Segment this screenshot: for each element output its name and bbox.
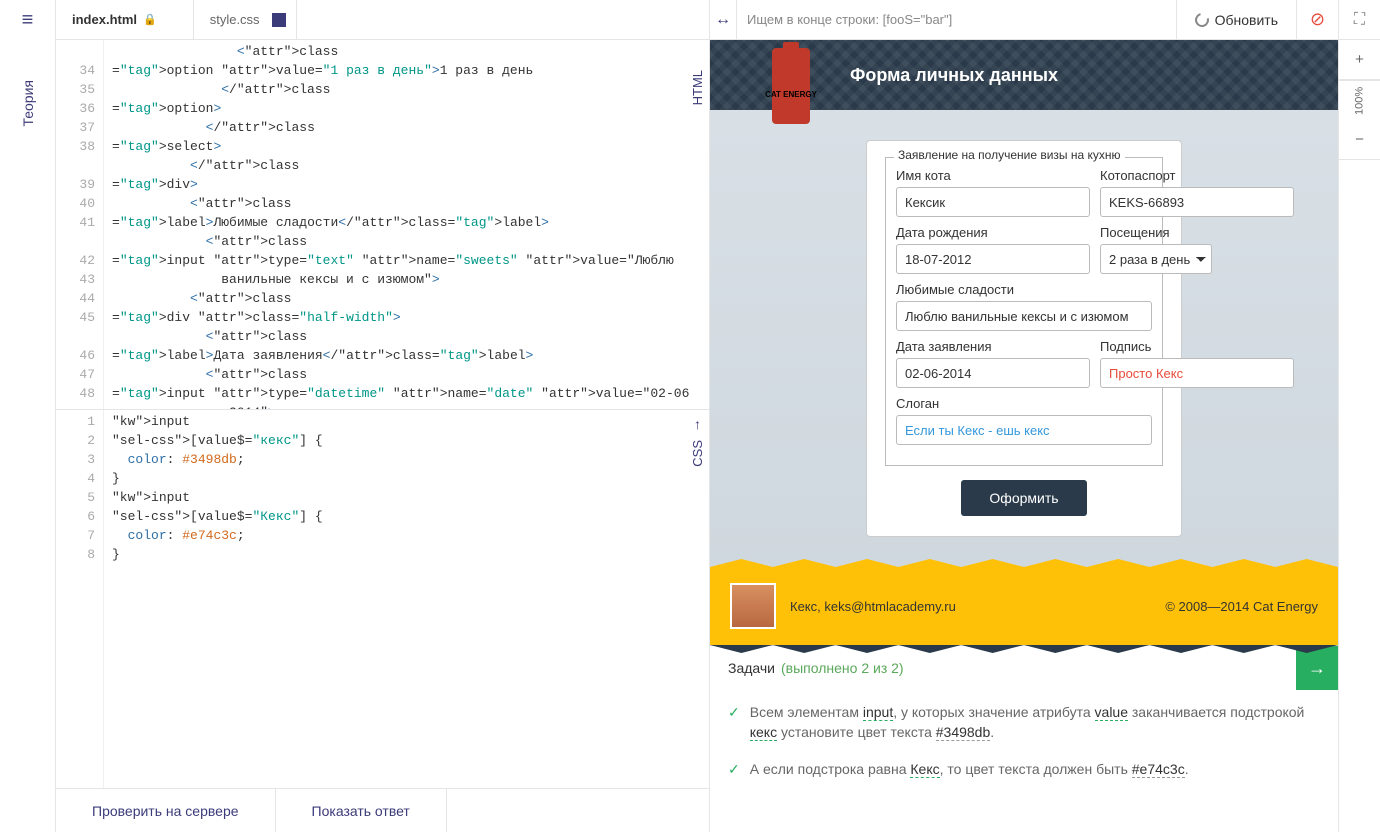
form-card: Заявление на получение визы на кухню Имя… (866, 140, 1182, 537)
zoom-value: 100% (1339, 80, 1380, 120)
cat-main: Заявление на получение визы на кухню Имя… (710, 110, 1338, 567)
cat-name-input[interactable] (896, 187, 1090, 217)
file-tabs: index.html 🔒 style.css (56, 0, 709, 40)
css-code[interactable]: "kw">input"sel-css">[value$="кекс"] { co… (104, 410, 709, 788)
tasks-title: Задачи (728, 660, 775, 676)
line-gutter: 3435363738 394041 42434445 464748 (56, 40, 104, 409)
preview-body-wrap: CAT ENERGY Форма личных данных Заявление… (710, 40, 1380, 832)
check-icon: ✓ (728, 759, 740, 779)
next-button[interactable]: → (1296, 646, 1338, 690)
form-legend: Заявление на получение визы на кухню (894, 148, 1125, 162)
footer-contact: Кекс, keks@htmlacademy.ru (790, 599, 956, 614)
slogan-label: Слоган (896, 396, 1152, 411)
copyright: © 2008—2014 Cat Energy (1165, 599, 1318, 614)
html-code[interactable]: <"attr">class="tag">option "attr">value=… (104, 40, 709, 409)
logo-text: CAT ENERGY (750, 90, 832, 99)
breadcrumb: Ищем в конце строки: [fooS="bar"] (736, 0, 1176, 39)
resize-handle-icon[interactable]: ↔ (710, 11, 736, 29)
sweets-input[interactable] (896, 301, 1152, 331)
cat-name-label: Имя кота (896, 168, 1090, 183)
preview-toolbar: ↔ Ищем в конце строки: [fooS="bar"] Обно… (710, 0, 1380, 40)
left-sidebar: ≡ Теория (0, 0, 56, 832)
html-lang-label: HTML (690, 70, 705, 105)
passport-input[interactable] (1100, 187, 1294, 217)
editor-column: index.html 🔒 style.css 3435363738 394041… (56, 0, 710, 832)
show-answer-button[interactable]: Показать ответ (276, 789, 447, 832)
form-fieldset: Заявление на получение визы на кухню Имя… (885, 157, 1163, 466)
dob-input[interactable] (896, 244, 1090, 274)
task-text: Всем элементам input, у которых значение… (750, 702, 1320, 743)
tasks-header: Задачи (выполнено 2 из 2) (710, 646, 1296, 690)
sign-label: Подпись (1100, 339, 1294, 354)
cat-energy-logo: CAT ENERGY (750, 48, 832, 144)
eye-off-icon[interactable]: ⊘ (1296, 0, 1338, 39)
visits-select[interactable]: 2 раза в день (1100, 244, 1212, 274)
appdate-label: Дата заявления (896, 339, 1090, 354)
appdate-input[interactable] (896, 358, 1090, 388)
css-lang-label: CSS (690, 440, 705, 467)
dob-label: Дата рождения (896, 225, 1090, 240)
line-gutter: 12345678 (56, 410, 104, 788)
editor-footer: Проверить на сервере Показать ответ (56, 788, 709, 832)
task-text: А если подстрока равна Кекс, то цвет тек… (750, 759, 1189, 779)
tasks-progress: (выполнено 2 из 2) (781, 660, 904, 676)
editors: 3435363738 394041 42434445 464748 <"attr… (56, 40, 709, 788)
refresh-button[interactable]: Обновить (1176, 0, 1296, 39)
css-editor-pane: 12345678 "kw">input"sel-css">[value$="ке… (56, 410, 709, 788)
lock-icon: 🔒 (143, 13, 157, 26)
passport-label: Котопаспорт (1100, 168, 1294, 183)
split-icon (272, 13, 286, 27)
preview-column: ↔ Ищем в конце строки: [fooS="bar"] Обно… (710, 0, 1380, 832)
task-item: ✓ А если подстрока равна Кекс, то цвет т… (728, 751, 1320, 787)
tab-style-css[interactable]: style.css (194, 0, 297, 39)
zoom-out-button[interactable]: − (1339, 120, 1380, 160)
tasks-panel: Задачи (выполнено 2 из 2) → ✓ Всем элеме… (710, 645, 1338, 803)
page-title: Форма личных данных (850, 65, 1058, 86)
sweets-label: Любимые сладости (896, 282, 1152, 297)
cat-header: CAT ENERGY Форма личных данных (710, 40, 1338, 110)
preview-side: + 100% − (1338, 40, 1380, 832)
collapse-icon[interactable]: ↑ (694, 416, 701, 432)
hamburger-icon[interactable]: ≡ (0, 0, 55, 40)
tab-label: index.html (72, 12, 137, 27)
tab-index-html[interactable]: index.html 🔒 (56, 0, 194, 39)
sign-input[interactable] (1100, 358, 1294, 388)
zoom-in-button[interactable]: + (1339, 40, 1380, 80)
theory-tab-label[interactable]: Теория (20, 80, 36, 127)
avatar (730, 583, 776, 629)
tab-label: style.css (210, 12, 260, 27)
cat-footer: Кекс, keks@htmlacademy.ru © 2008—2014 Ca… (710, 567, 1338, 645)
visits-label: Посещения (1100, 225, 1212, 240)
refresh-label: Обновить (1215, 12, 1278, 28)
preview-iframe: CAT ENERGY Форма личных данных Заявление… (710, 40, 1338, 832)
task-item: ✓ Всем элементам input, у которых значен… (728, 694, 1320, 751)
tasks-body: ✓ Всем элементам input, у которых значен… (710, 690, 1338, 803)
html-editor-pane: 3435363738 394041 42434445 464748 <"attr… (56, 40, 709, 410)
submit-button[interactable]: Оформить (961, 480, 1086, 516)
fullscreen-icon[interactable]: ⛶ (1338, 0, 1380, 39)
slogan-input[interactable] (896, 415, 1152, 445)
refresh-icon (1192, 10, 1211, 29)
check-icon: ✓ (728, 702, 740, 743)
check-server-button[interactable]: Проверить на сервере (56, 789, 276, 832)
